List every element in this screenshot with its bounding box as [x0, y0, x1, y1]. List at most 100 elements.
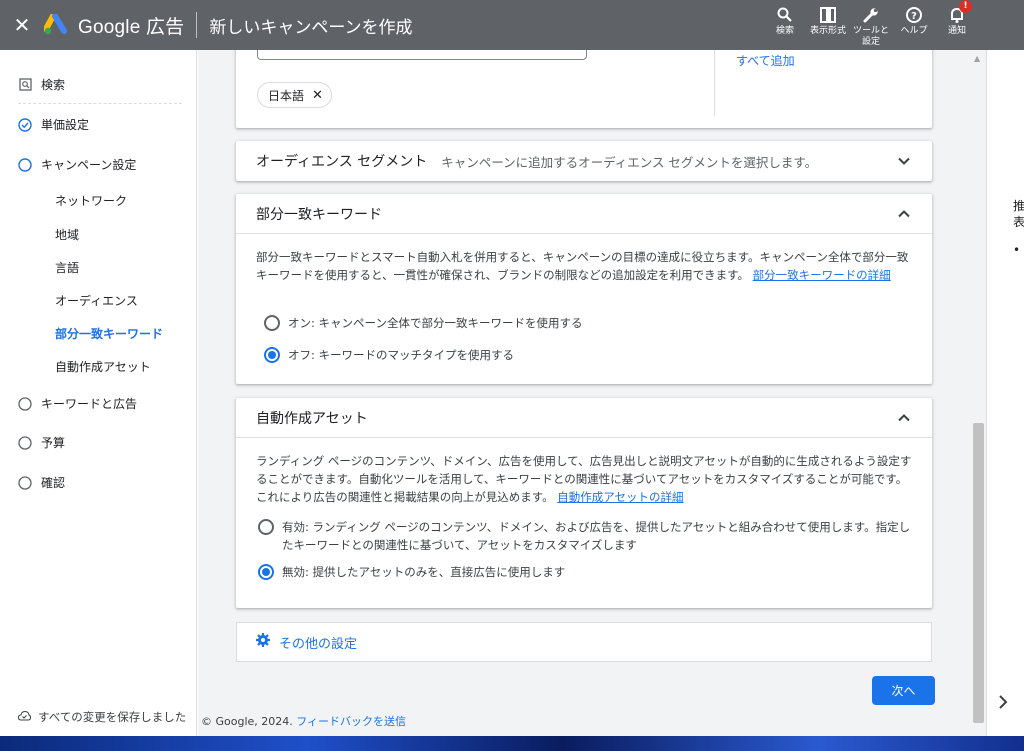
broad-match-learn-more-link[interactable]: 部分一致キーワードの詳細	[753, 268, 891, 282]
broad-match-title: 部分一致キーワード	[256, 206, 382, 223]
save-status: すべての変更を保存しました	[17, 709, 187, 725]
view-tool-label: 表示形式	[809, 26, 846, 36]
view-icon	[820, 7, 836, 23]
radio-label: 有効: ランディング ページのコンテンツ、ドメイン、および広告を、提供したアセッ…	[282, 520, 911, 552]
title-divider	[196, 12, 198, 38]
broad-match-body: 部分一致キーワードとスマート自動入札を併用すると、キャンペーンの目標の達成に役立…	[236, 234, 932, 284]
sidebar-item-keywords-ads[interactable]: キーワードと広告	[18, 395, 137, 412]
sidebar-subitem-locations[interactable]: 地域	[55, 226, 79, 243]
toolbar: 検索 表示形式 ツールと 設定 ? ヘルプ ! 通知	[761, 0, 976, 50]
audience-subtitle: キャンペーンに追加するオーディエンス セグメントを選択します。	[441, 154, 818, 170]
auto-assets-title: 自動作成アセット	[256, 410, 368, 427]
circle-outline-icon	[18, 396, 32, 411]
main-content: 日本語 ✕ すべて追加 オーディエンス セグメント キャンペーンに追加するオーデ…	[198, 50, 971, 736]
sidebar-item-bidding[interactable]: 単価設定	[18, 116, 89, 133]
auto-assets-header[interactable]: 自動作成アセット	[236, 398, 932, 438]
audience-segments-header[interactable]: オーディエンス セグメント キャンペーンに追加するオーディエンス セグメントを選…	[236, 141, 932, 181]
auto-assets-option-enabled[interactable]: 有効: ランディング ページのコンテンツ、ドメイン、および広告を、提供したアセッ…	[258, 518, 918, 554]
radio-button-selected[interactable]	[258, 564, 274, 580]
close-icon[interactable]: ✕	[0, 0, 44, 50]
notifications-tool-button[interactable]: ! 通知	[938, 0, 976, 50]
notification-badge: !	[959, 0, 972, 13]
help-tool-button[interactable]: ? ヘルプ	[895, 0, 933, 50]
audience-segments-card[interactable]: オーディエンス セグメント キャンペーンに追加するオーディエンス セグメントを選…	[236, 141, 932, 181]
sidebar-subitem-broad-match[interactable]: 部分一致キーワード	[55, 325, 163, 342]
radio-label: オン: キャンペーン全体で部分一致キーワードを使用する	[288, 316, 583, 330]
auto-assets-card: 自動作成アセット ランディング ページのコンテンツ、ドメイン、広告を使用して、広…	[236, 398, 932, 608]
sidebar-item-campaign-settings[interactable]: キャンペーン設定	[18, 156, 136, 173]
radio-button-selected[interactable]	[264, 347, 280, 363]
chevron-right-icon[interactable]	[997, 694, 1009, 710]
google-ads-logo: Google 広告	[44, 0, 184, 50]
broad-match-header[interactable]: 部分一致キーワード	[236, 194, 932, 234]
help-tool-label: ヘルプ	[900, 26, 928, 36]
sidebar-subitem-languages[interactable]: 言語	[55, 259, 79, 276]
language-chip-label: 日本語	[268, 88, 305, 103]
search-tool-button[interactable]: 検索	[766, 0, 804, 50]
circle-outline-icon	[18, 475, 32, 490]
svg-text:?: ?	[911, 11, 917, 22]
auto-assets-option-disabled[interactable]: 無効: 提供したアセットのみを、直接広告に使用します	[258, 563, 565, 581]
sidebar-divider	[18, 103, 182, 104]
chip-remove-icon[interactable]: ✕	[312, 88, 323, 103]
copyright-text: © Google, 2024.	[201, 715, 293, 728]
sidebar-item-budget[interactable]: 予算	[18, 434, 65, 451]
sidebar-subitem-network[interactable]: ネットワーク	[55, 192, 127, 209]
feedback-link[interactable]: フィードバックを送信	[296, 715, 406, 728]
top-app-bar: ✕ Google 広告 新しいキャンペーンを作成 検索 表示形式 ツールと 設定…	[0, 0, 1024, 50]
auto-assets-learn-more-link[interactable]: 自動作成アセットの詳細	[557, 490, 683, 504]
chevron-down-icon[interactable]	[896, 153, 912, 169]
next-button[interactable]: 次へ	[872, 676, 935, 705]
search-icon	[777, 7, 792, 22]
radio-label: オフ: キーワードのマッチタイプを使用する	[288, 348, 515, 362]
search-box-icon	[18, 78, 32, 92]
tools-settings-label: ツールと 設定	[852, 26, 889, 47]
desktop-taskbar	[0, 736, 1024, 751]
radio-button[interactable]	[258, 519, 274, 535]
more-settings-label: その他の設定	[279, 636, 358, 652]
gear-icon	[255, 632, 271, 652]
view-tool-button[interactable]: 表示形式	[809, 0, 847, 50]
broad-match-option-on[interactable]: オン: キャンペーン全体で部分一致キーワードを使用する	[264, 314, 582, 332]
scroll-up-arrow-icon[interactable]: ▲	[974, 54, 980, 63]
notifications-tool-label: 通知	[947, 26, 966, 36]
sidebar-item-label: 確認	[41, 476, 66, 490]
cloud-check-icon	[17, 710, 32, 724]
footer: © Google, 2024. フィードバックを送信	[201, 713, 406, 729]
sidebar-item-search[interactable]: 検索	[18, 76, 65, 93]
search-tool-label: 検索	[775, 26, 794, 36]
scrollbar-thumb[interactable]	[973, 423, 984, 723]
sidebar-item-label: キャンペーン設定	[41, 158, 137, 172]
add-all-link[interactable]: すべて追加	[736, 52, 795, 69]
panel-divider	[714, 50, 715, 116]
sidebar-subitem-audiences[interactable]: オーディエンス	[55, 292, 138, 309]
wrench-icon	[863, 8, 878, 23]
sidebar-item-review[interactable]: 確認	[18, 474, 65, 491]
audience-title: オーディエンス セグメント	[256, 154, 428, 170]
radio-label: 無効: 提供したアセットのみを、直接広告に使用します	[282, 565, 566, 579]
language-chip[interactable]: 日本語 ✕	[257, 82, 332, 108]
circle-outline-icon	[18, 157, 32, 172]
sidebar-item-label: 単価設定	[41, 118, 90, 132]
radio-button[interactable]	[264, 315, 280, 331]
panel-bullet: •	[1013, 243, 1021, 257]
help-icon: ?	[906, 7, 922, 23]
chevron-up-icon[interactable]	[896, 206, 912, 222]
languages-card: 日本語 ✕ すべて追加	[236, 50, 932, 128]
broad-match-option-off[interactable]: オフ: キーワードのマッチタイプを使用する	[264, 346, 514, 364]
save-status-text: すべての変更を保存しました	[38, 710, 187, 724]
more-settings-button[interactable]: その他の設定	[236, 622, 932, 662]
product-name: Google 広告	[78, 16, 185, 38]
sidebar-subitem-auto-assets[interactable]: 自動作成アセット	[55, 358, 151, 375]
sidebar-item-label: 予算	[41, 436, 66, 450]
main-scrollbar[interactable]: ▲	[971, 50, 986, 736]
check-circle-icon	[18, 117, 32, 132]
circle-outline-icon	[18, 435, 32, 450]
broad-match-card: 部分一致キーワード 部分一致キーワードとスマート自動入札を併用すると、キャンペー…	[236, 194, 932, 384]
panel-text-line2: 表	[1013, 215, 1024, 229]
chevron-up-icon[interactable]	[896, 410, 912, 426]
right-side-panel: 推 表 •	[986, 50, 1024, 736]
tools-settings-button[interactable]: ツールと 設定	[852, 0, 890, 50]
language-search-input[interactable]	[257, 50, 587, 60]
auto-assets-body: ランディング ページのコンテンツ、ドメイン、広告を使用して、広告見出しと説明文ア…	[236, 438, 932, 506]
